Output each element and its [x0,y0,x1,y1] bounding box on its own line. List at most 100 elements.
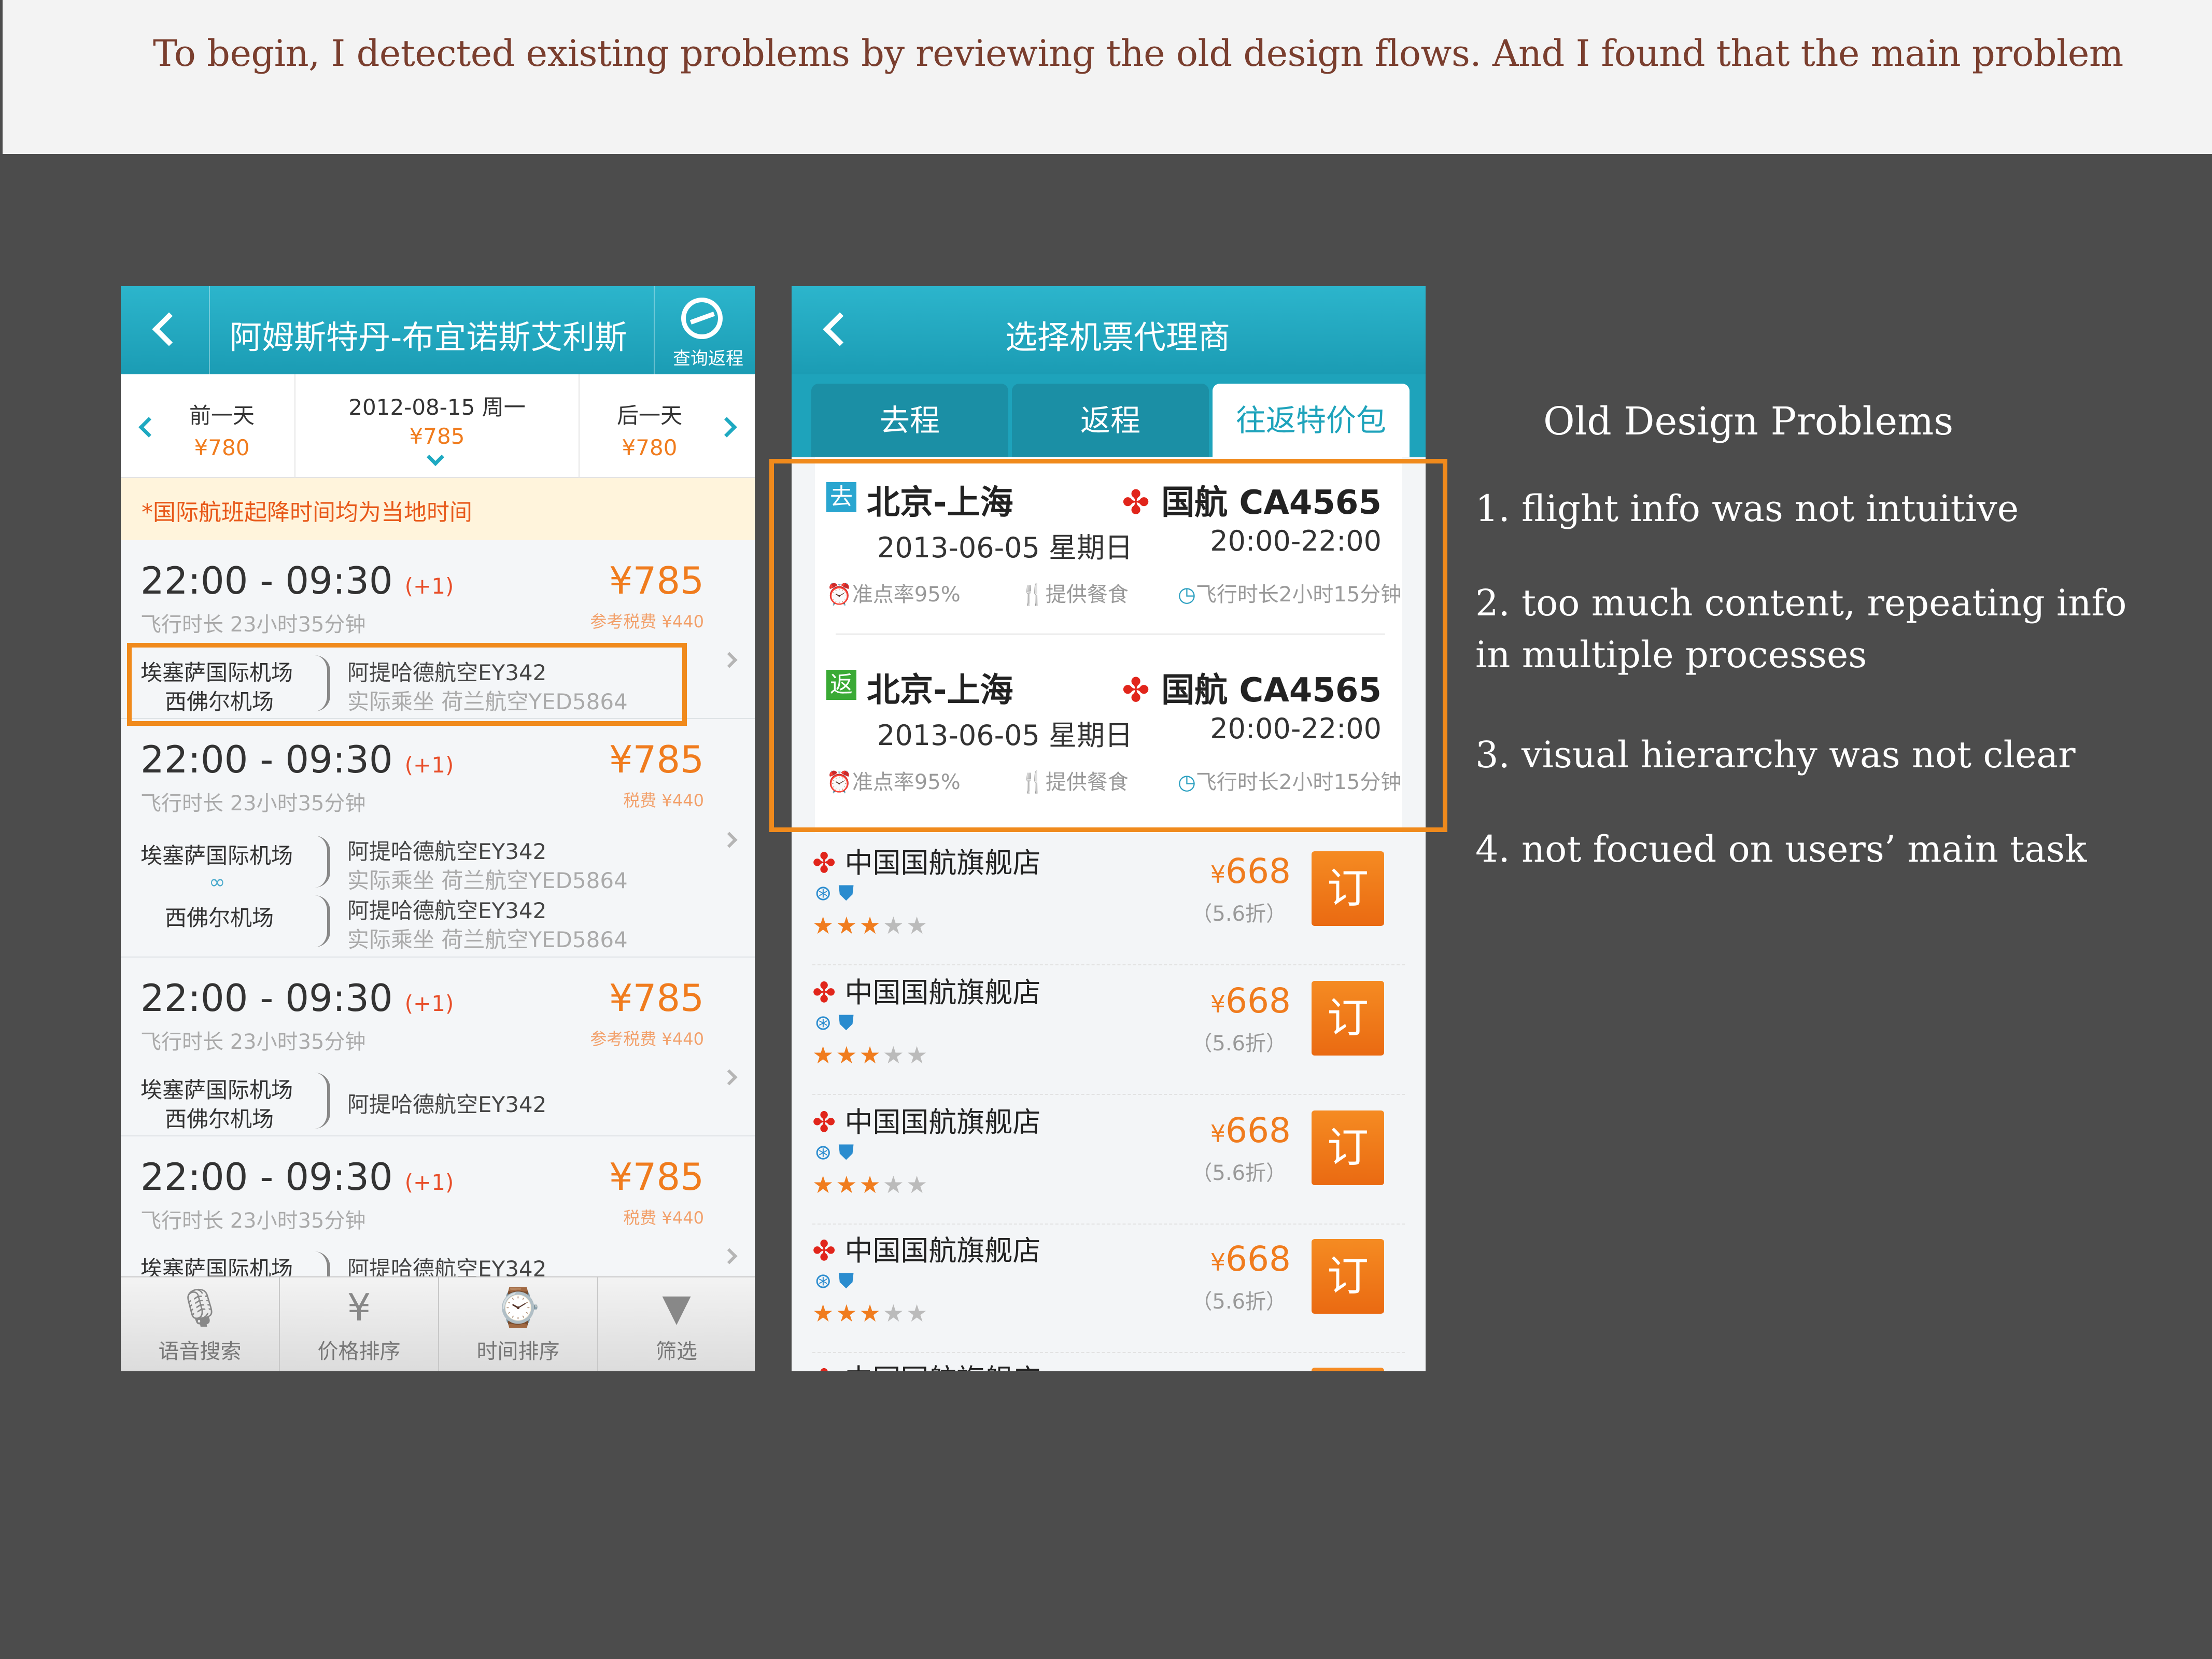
rating-stars: ★★★★★ [812,911,930,939]
back-icon[interactable] [823,312,857,346]
intro-band [3,0,2212,154]
tab-label: 筛选 [656,1340,697,1363]
agent-price: ¥668 [1210,1368,1291,1371]
highlight-box [127,643,687,726]
flight-time: 22:00 - 09:30 (+1) [140,976,454,1020]
prev-day-label: 前一天 [189,403,255,428]
problem-item: 2. too much content, repeating info [1475,582,2127,624]
voice-search-tab[interactable]: 🎙 语音搜索 [121,1277,279,1371]
tab-outbound[interactable]: 去程 [811,384,1008,457]
flight-price: ¥785 [609,976,704,1020]
certification-badge-icons: ⊛ ⛊ [814,1269,854,1293]
rating-stars: ★★★★★ [812,1299,930,1327]
problem-item: 4. not focued on users’ main task [1475,828,2087,870]
agent-row[interactable]: ✤ 中国国航旗舰店 ⊛ ⛊ ★★★★★ ¥668 （5.6折）订 [812,965,1405,1095]
flight-duration: 飞行时长 23小时35分钟 [140,792,366,816]
agent-name: ✤ 中国国航旗舰店 [812,1356,1040,1371]
flight-price: ¥785 [609,1155,704,1199]
transfer-link-icon: ∞ [209,870,226,893]
agent-discount: （5.6折） [1191,902,1287,926]
airport-from: 埃塞萨国际机场 [140,1077,293,1103]
certification-badge-icons: ⊛ ⛊ [814,881,854,905]
agent-row[interactable]: ✤ 中国国航旗舰店⊛ ⛊★★★★★¥668订 [812,1352,1405,1371]
back-icon[interactable] [152,312,186,346]
filter-tab[interactable]: ▼ 筛选 [598,1277,755,1371]
chevron-right-icon[interactable] [716,417,737,438]
agent-name: ✤ 中国国航旗舰店 [812,1234,1041,1267]
agent-price: ¥668 [1210,1239,1291,1279]
intro-text: To begin, I detected existing problems b… [153,32,2123,75]
certification-badge-icons: ⊛ ⛊ [814,1141,854,1164]
date-bar: 前一天 ¥780 2012-08-15 周一 ¥785 后一天 ¥780 [121,374,755,478]
current-date-button[interactable]: 2012-08-15 周一 ¥785 [295,374,579,478]
airline-line: 实际乘坐 荷兰航空YED5864 [347,927,628,952]
chevron-right-icon [721,652,738,668]
brace [315,895,330,947]
agent-row[interactable]: ✤ 中国国航旗舰店 ⊛ ⛊ ★★★★★ ¥668 （5.6折）订 [812,1095,1405,1225]
flight-list-screen: 阿姆斯特丹-布宜诺斯艾利斯 查询返程 前一天 ¥780 2012-08-15 周… [121,286,755,1371]
flight-time: 22:00 - 09:30 (+1) [140,1155,454,1199]
flight-row[interactable]: 22:00 - 09:30 (+1) 飞行时长 23小时35分钟 ¥785 参考… [121,958,755,1136]
flight-tax: 参考税费 ¥440 [590,612,704,631]
current-date: 2012-08-15 周一 [348,395,526,420]
airline-line: 阿提哈德航空EY342 [347,839,547,864]
agent-discount: （5.6折） [1191,1161,1287,1185]
flight-duration: 飞行时长 23小时35分钟 [140,613,366,637]
highlight-box [769,459,1447,832]
agent-row[interactable]: ✤ 中国国航旗舰店 ⊛ ⛊ ★★★★★ ¥668 （5.6折） 订 [812,836,1405,965]
screen-b-header: 选择机票代理商 [792,286,1426,374]
screen-a-header: 阿姆斯特丹-布宜诺斯艾利斯 查询返程 [121,286,755,374]
book-button[interactable]: 订 [1312,1368,1384,1371]
tab-return[interactable]: 返程 [1012,384,1209,457]
certification-badge-icons: ⊛ ⛊ [814,1011,854,1035]
flight-tax: 参考税费 ¥440 [590,1029,704,1049]
tab-round-trip-deal[interactable]: 往返特价包 [1213,384,1410,457]
return-query-icon[interactable] [681,298,723,339]
flight-row[interactable]: 22:00 - 09:30 (+1) 飞行时长 23小时35分钟 ¥785 税费… [121,1136,755,1307]
current-price: ¥785 [409,424,465,449]
agent-price: ¥668 [1210,851,1291,891]
agent-discount: （5.6折） [1191,1032,1287,1056]
problems-title: Old Design Problems [1543,399,1954,444]
flight-tax: 税费 ¥440 [623,1208,704,1228]
problem-item: 3. visual hierarchy was not clear [1475,734,2076,776]
airline-line: 实际乘坐 荷兰航空YED5864 [347,868,628,893]
next-day-button[interactable]: 后一天 ¥780 [587,374,712,478]
book-button[interactable]: 订 [1312,981,1384,1056]
agent-row[interactable]: ✤ 中国国航旗舰店 ⊛ ⛊ ★★★★★ ¥668 （5.6折） 订 [812,1224,1405,1353]
flight-row[interactable]: 22:00 - 09:30 (+1) 飞行时长 23小时35分钟 ¥785 税费… [121,719,755,958]
local-time-notice: *国际航班起降时间均为当地时间 [121,478,755,540]
chevron-right-icon [721,1248,738,1264]
book-button[interactable]: 订 [1312,1239,1384,1314]
rating-stars: ★★★★★ [812,1171,930,1199]
agent-discount: （5.6折） [1191,1290,1287,1314]
tab-label: 价格排序 [317,1340,401,1363]
yen-icon: ¥ [347,1286,371,1329]
chevron-right-icon [721,1069,738,1086]
brace [315,1073,330,1129]
book-button[interactable]: 订 [1312,1110,1384,1185]
next-day-label: 后一天 [616,403,682,428]
chevron-left-icon[interactable] [138,417,159,438]
filter-icon: ▼ [662,1286,691,1329]
flight-price: ¥785 [609,559,704,602]
return-query-label[interactable]: 查询返程 [673,344,743,370]
airport-from: 埃塞萨国际机场 [140,843,293,868]
flight-duration: 飞行时长 23小时35分钟 [140,1209,366,1233]
agent-name: ✤ 中国国航旗舰店 [812,1106,1041,1138]
flight-tax: 税费 ¥440 [623,791,704,810]
agent-name: ✤ 中国国航旗舰店 [812,847,1041,879]
trip-tabs: 去程 返程 往返特价包 [792,374,1426,457]
airport-to: 西佛尔机场 [165,1106,274,1132]
prev-day-button[interactable]: 前一天 ¥780 [157,374,287,478]
chevron-down-icon [427,448,444,466]
book-button[interactable]: 订 [1312,851,1384,926]
price-sort-tab[interactable]: ¥ 价格排序 [280,1277,438,1371]
flight-duration: 飞行时长 23小时35分钟 [140,1030,366,1054]
time-sort-tab[interactable]: ⌚ 时间排序 [439,1277,597,1371]
tab-label: 时间排序 [476,1340,560,1363]
next-day-price: ¥780 [622,435,678,460]
route-title: 阿姆斯特丹-布宜诺斯艾利斯 [230,318,627,356]
screen-title: 选择机票代理商 [1005,318,1231,356]
tab-label: 语音搜索 [158,1340,242,1363]
